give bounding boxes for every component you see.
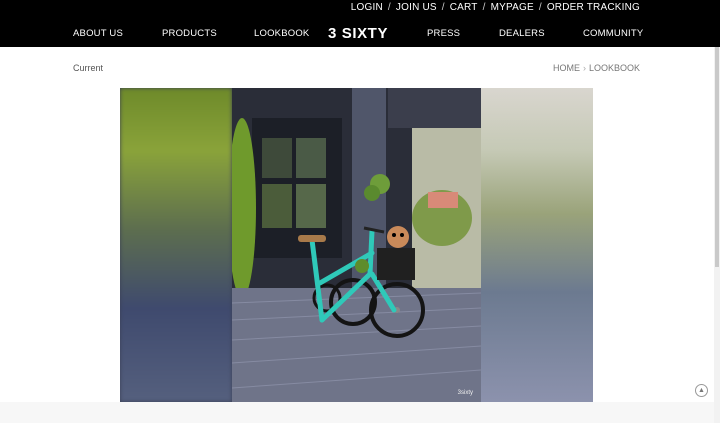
breadcrumb-separator: ›	[582, 63, 586, 73]
join-us-link[interactable]: JOIN US	[396, 2, 437, 16]
cart-link[interactable]: CART	[450, 2, 478, 16]
bike-photo	[232, 88, 481, 402]
mypage-link[interactable]: MYPAGE	[491, 2, 534, 16]
nav-about-us[interactable]: ABOUT US	[73, 28, 123, 39]
photo-blur-left	[120, 88, 232, 402]
util-separator: /	[387, 2, 391, 13]
order-tracking-link[interactable]: ORDER TRACKING	[547, 2, 640, 16]
lookbook-photo: 3sixty	[120, 88, 593, 402]
util-separator: /	[482, 2, 486, 13]
nav-products[interactable]: PRODUCTS	[162, 28, 217, 39]
utility-links: LOGIN / JOIN US / CART / MYPAGE / ORDER …	[351, 2, 640, 16]
bike-scene-illustration	[232, 88, 481, 402]
nav-community[interactable]: COMMUNITY	[583, 28, 643, 39]
footer-strip	[0, 402, 714, 423]
util-separator: /	[538, 2, 542, 13]
top-header: LOGIN / JOIN US / CART / MYPAGE / ORDER …	[0, 0, 720, 47]
current-label: Current	[73, 63, 104, 73]
up-arrow-icon: ▲	[698, 387, 705, 394]
scrollbar-thumb[interactable]	[715, 47, 719, 267]
breadcrumb-home[interactable]: HOME	[553, 63, 580, 73]
photo-blur-right	[481, 88, 593, 402]
page-scrollbar[interactable]	[714, 47, 720, 423]
photo-watermark: 3sixty	[457, 390, 473, 396]
site-logo[interactable]: 3 SIXTY	[328, 25, 388, 42]
breadcrumb: HOME › LOOKBOOK	[553, 63, 640, 73]
breadcrumb-lookbook[interactable]: LOOKBOOK	[589, 63, 640, 73]
scroll-to-top-button[interactable]: ▲	[695, 384, 708, 397]
nav-press[interactable]: PRESS	[427, 28, 460, 39]
util-separator: /	[441, 2, 445, 13]
nav-lookbook[interactable]: LOOKBOOK	[254, 28, 309, 39]
main-nav: ABOUT US PRODUCTS LOOKBOOK 3 SIXTY PRESS…	[0, 25, 720, 44]
nav-dealers[interactable]: DEALERS	[499, 28, 545, 39]
login-link[interactable]: LOGIN	[351, 2, 383, 16]
